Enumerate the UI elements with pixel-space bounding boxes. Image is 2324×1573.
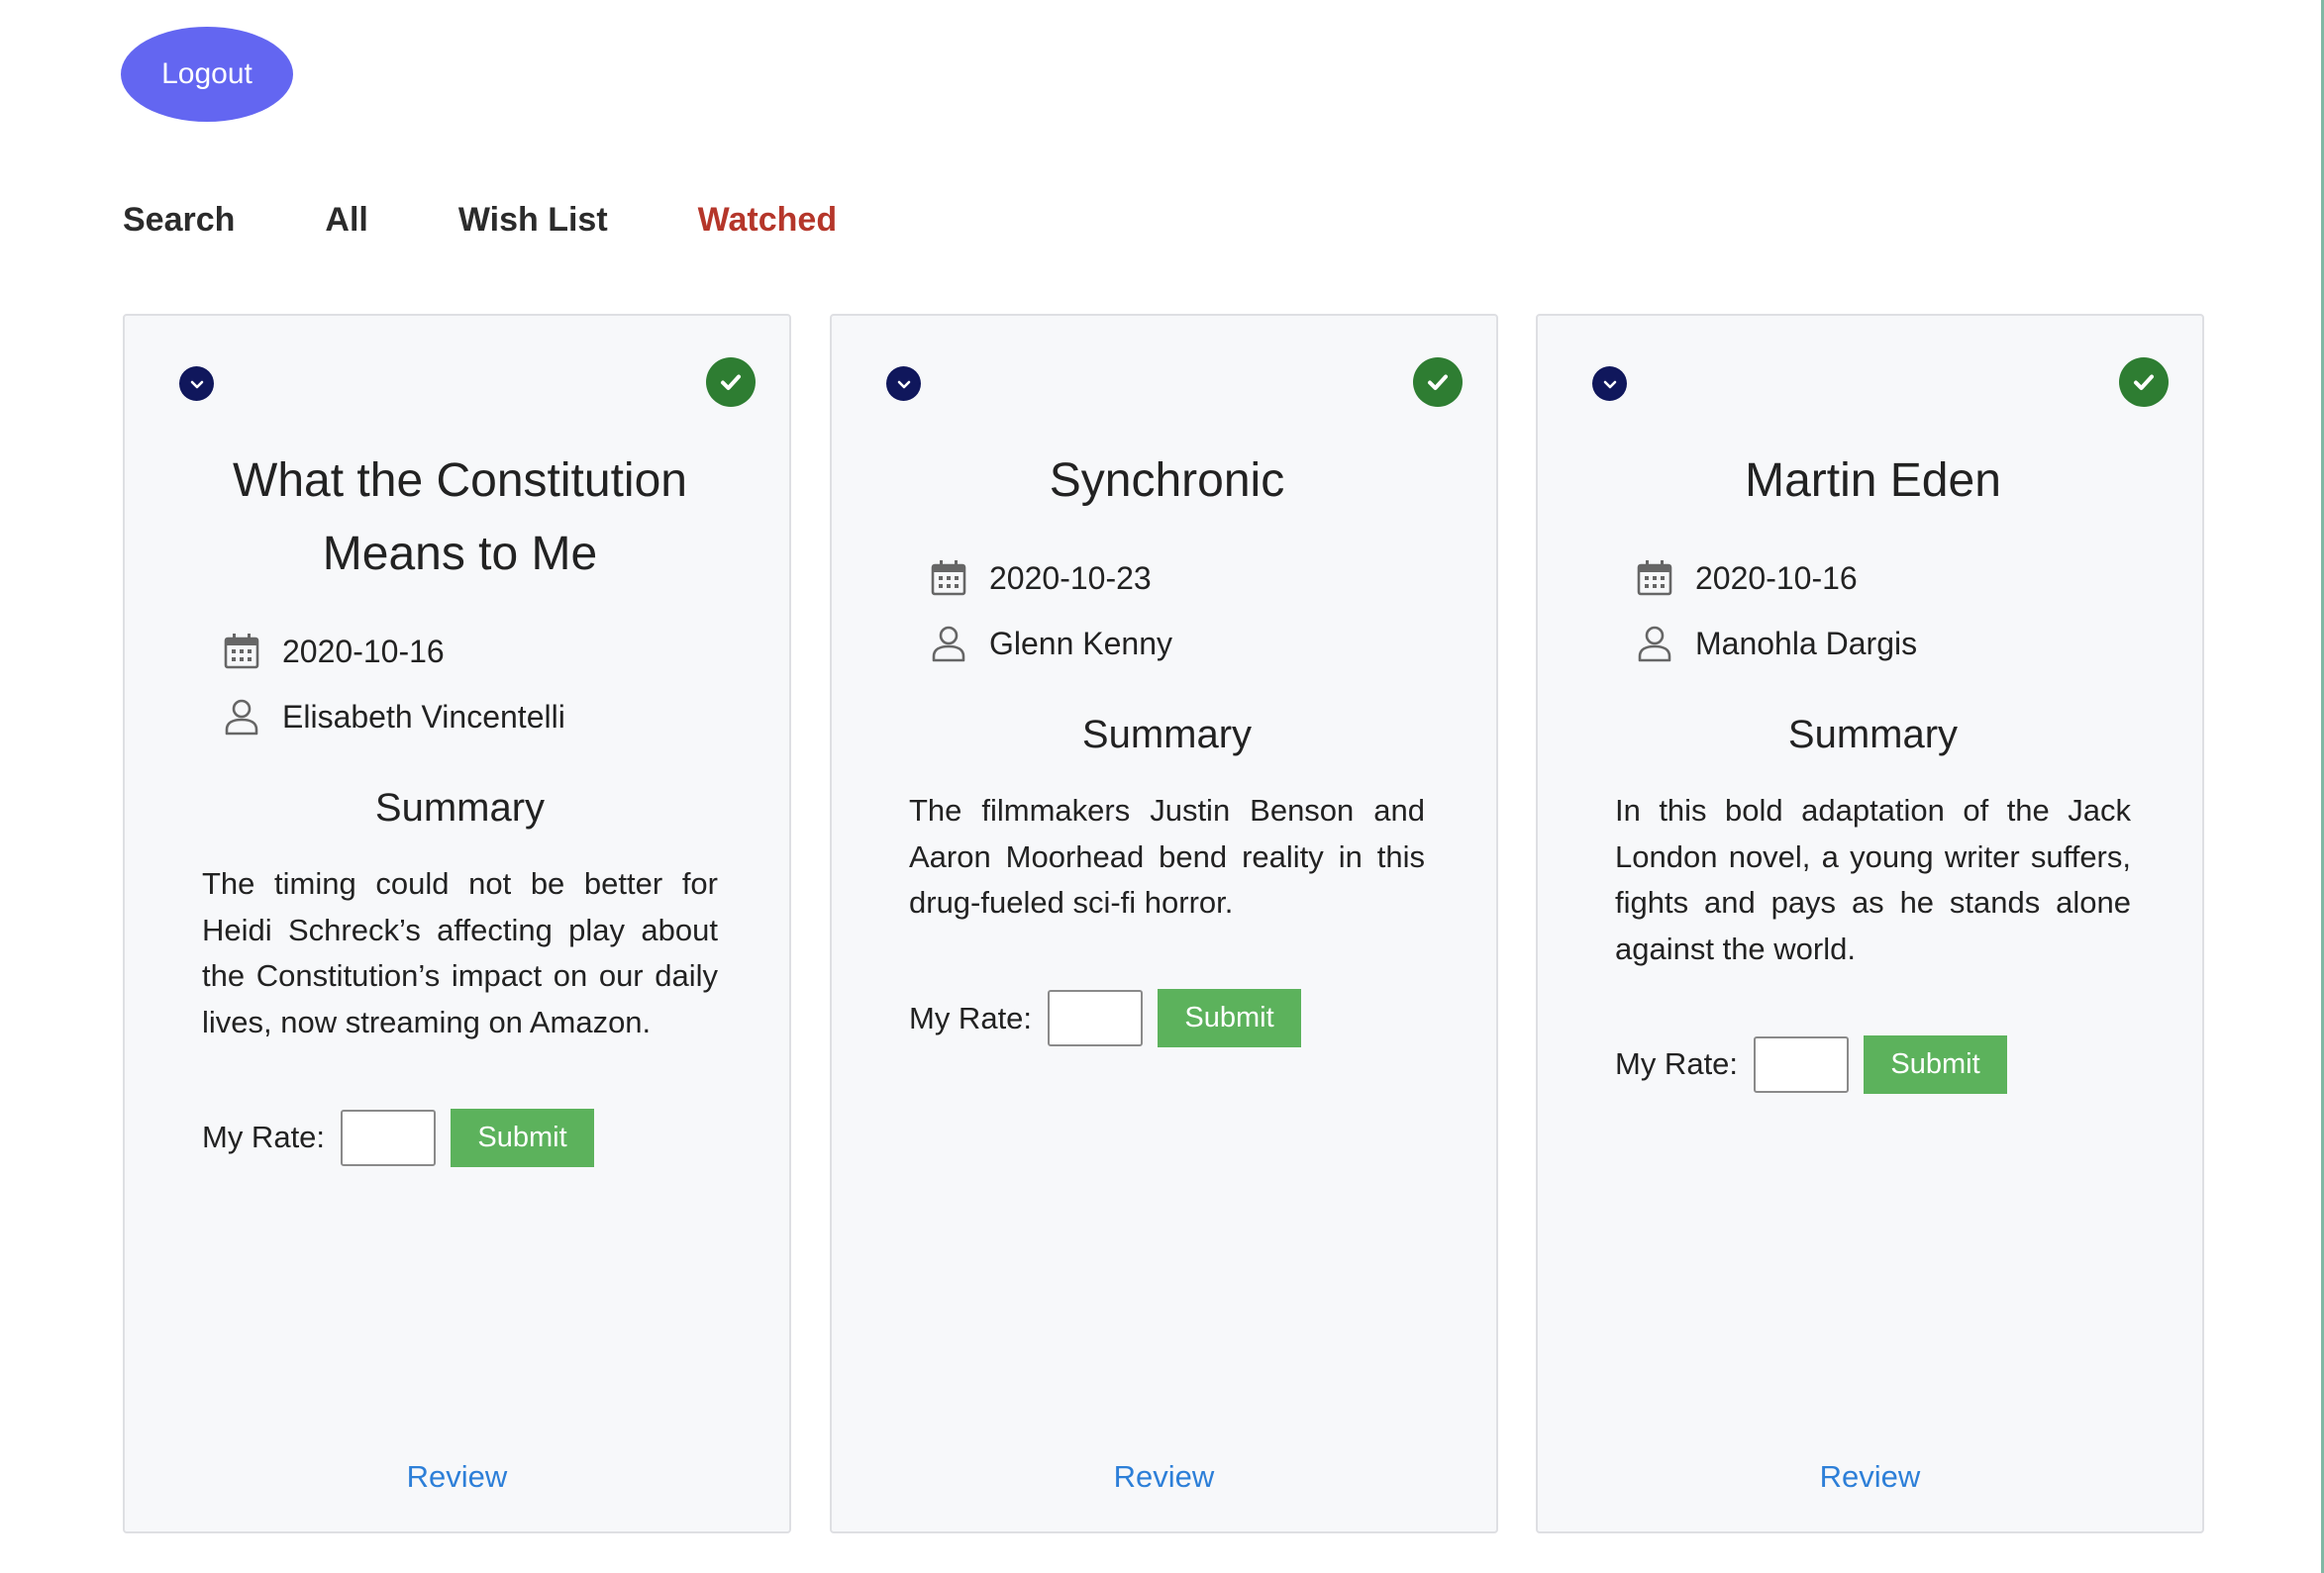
card-body: What the Constitution Means to Me 2020-1… [202,444,718,1167]
calendar-icon [1637,560,1672,596]
rate-row: My Rate: Submit [1615,1034,2131,1094]
card-body: Synchronic 2020-10-23 Glenn Kenny Summar… [909,444,1425,1048]
movie-card: Martin Eden 2020-10-16 Manohla Dargis Su… [1536,314,2204,1533]
movie-title: What the Constitution Means to Me [233,454,687,580]
rate-label: My Rate: [202,1120,326,1154]
author-row: Elisabeth Vincentelli [222,684,718,749]
tab-watched[interactable]: Watched [698,201,837,240]
tab-wish-list[interactable]: Wish List [458,201,608,240]
summary-text: The timing could not be better for Heidi… [202,866,718,1039]
check-circle-icon[interactable] [1413,357,1463,407]
reviewer-name: Glenn Kenny [989,625,1173,661]
submit-button[interactable]: Submit [1158,989,1302,1047]
release-date: 2020-10-16 [282,633,445,669]
rate-label: My Rate: [1615,1046,1739,1081]
rate-label: My Rate: [909,1000,1033,1035]
rate-input[interactable] [341,1109,437,1166]
review-link[interactable]: Review [125,1459,789,1495]
movie-title: Martin Eden [1745,454,2001,507]
calendar-icon [931,560,966,596]
main-nav: Search All Wish List Watched [123,194,927,246]
check-circle-icon[interactable] [2119,357,2169,407]
chevron-down-icon[interactable] [1592,366,1627,401]
review-link[interactable]: Review [1538,1459,2202,1495]
movie-title: Synchronic [1049,454,1285,507]
rate-input[interactable] [1754,1035,1850,1093]
tab-all[interactable]: All [325,201,367,240]
user-icon [1638,626,1671,662]
summary-text: The filmmakers Justin Benson and Aaron M… [909,793,1425,920]
movie-card: What the Constitution Means to Me 2020-1… [123,314,791,1533]
submit-button[interactable]: Submit [1864,1034,2008,1094]
movie-card: Synchronic 2020-10-23 Glenn Kenny Summar… [830,314,1498,1533]
check-circle-icon[interactable] [706,357,756,407]
date-row: 2020-10-16 [1635,545,2131,611]
card-body: Martin Eden 2020-10-16 Manohla Dargis Su… [1615,444,2131,1094]
summary-heading: Summary [1787,713,1959,756]
reviewer-name: Manohla Dargis [1695,625,1918,661]
rate-row: My Rate: Submit [909,989,1425,1048]
author-row: Manohla Dargis [1635,611,2131,676]
rate-row: My Rate: Submit [202,1108,718,1167]
logout-button[interactable]: Logout [121,27,293,122]
user-icon [225,699,258,736]
release-date: 2020-10-23 [989,559,1152,596]
calendar-icon [224,634,259,669]
submit-button[interactable]: Submit [451,1108,595,1167]
date-row: 2020-10-23 [929,545,1425,611]
date-row: 2020-10-16 [222,619,718,684]
chevron-down-icon[interactable] [886,366,921,401]
review-link[interactable]: Review [832,1459,1496,1495]
summary-heading: Summary [1081,713,1253,756]
summary-heading: Summary [374,786,546,830]
summary-text: In this bold adaptation of the Jack Lond… [1615,793,2131,966]
author-row: Glenn Kenny [929,611,1425,676]
user-icon [932,626,965,662]
release-date: 2020-10-16 [1695,559,1858,596]
chevron-down-icon[interactable] [179,366,214,401]
tab-search[interactable]: Search [123,201,235,240]
rate-input[interactable] [1048,990,1144,1046]
reviewer-name: Elisabeth Vincentelli [282,698,565,735]
